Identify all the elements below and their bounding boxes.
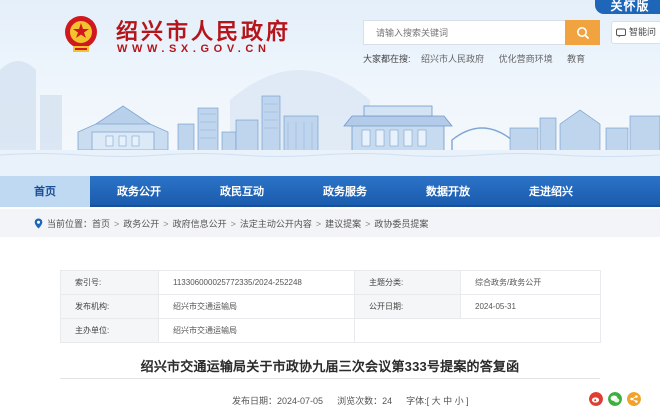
hot-word-link[interactable]: 优化营商环境: [499, 54, 553, 64]
table-row: 主办单位: 绍兴市交通运输局: [60, 318, 601, 343]
font-size-switcher[interactable]: [ 大 中 小 ]: [427, 396, 469, 406]
breadcrumb-link[interactable]: 建议提案: [325, 219, 361, 229]
index-number-value: 113306000025772335/2024-252248: [158, 270, 355, 295]
weibo-share-icon[interactable]: [589, 392, 603, 406]
publish-date-label: 发布日期：: [232, 396, 278, 406]
elder-mode-button[interactable]: 关怀版: [595, 0, 660, 14]
font-size-label: 字体:: [406, 396, 427, 406]
hot-word-link[interactable]: 教育: [567, 54, 585, 64]
document-info-table: 索引号: 113306000025772335/2024-252248 主题分类…: [60, 270, 601, 343]
empty-cell: [354, 318, 601, 343]
divider: [60, 378, 600, 379]
hot-words-label: 大家都在搜:: [363, 54, 411, 64]
topic-label: 主题分类:: [354, 270, 461, 295]
open-date-label: 公开日期:: [354, 294, 461, 319]
breadcrumb-current[interactable]: 当前位置：首页: [47, 219, 110, 229]
hot-word-link[interactable]: 绍兴市人民政府: [421, 54, 484, 64]
nav-item-about-city[interactable]: 走进绍兴: [506, 176, 596, 207]
search-button[interactable]: [565, 20, 600, 45]
publisher-value: 绍兴市交通运输局: [158, 294, 355, 319]
national-emblem-icon: [65, 16, 97, 52]
nav-item-gov-affairs[interactable]: 政务公开: [94, 176, 184, 207]
views-count: 24: [382, 396, 393, 406]
hot-words: 大家都在搜: 绍兴市人民政府 优化营商环境 教育: [363, 52, 597, 65]
breadcrumb-link[interactable]: 政府信息公开: [173, 219, 227, 229]
breadcrumb-bar: 当前位置：首页 > 政务公开 > 政府信息公开 > 法定主动公开内容 > 建议提案 > 政协委员提案: [0, 209, 660, 237]
publisher-label: 发布机构:: [60, 294, 159, 319]
nav-item-open-data[interactable]: 数据开放: [403, 176, 493, 207]
table-row: 发布机构: 绍兴市交通运输局 公开日期: 2024-05-31: [60, 294, 601, 319]
search-icon: [576, 26, 589, 39]
location-pin-icon: [34, 218, 43, 229]
site-domain: WWW.SX.GOV.CN: [117, 43, 271, 55]
wechat-share-icon[interactable]: [608, 392, 622, 406]
host-unit-label: 主办单位:: [60, 318, 159, 343]
nav-item-home[interactable]: 首页: [0, 176, 90, 207]
article-title: 绍兴市交通运输局关于市政协九届三次会议第333号提案的答复函: [140, 359, 520, 374]
site-name[interactable]: 绍兴市人民政府: [116, 14, 291, 46]
breadcrumb-link[interactable]: 政协委员提案: [374, 219, 428, 229]
publish-date: 2024-07-05: [277, 396, 324, 406]
nav-item-interaction[interactable]: 政民互动: [197, 176, 287, 207]
article-meta: 发布日期：2024-07-05 浏览次数：24 字体:[ 大 中 小 ]: [232, 394, 469, 407]
chat-icon: [616, 28, 626, 38]
smart-ask-button[interactable]: 智能问: [611, 21, 660, 44]
nav-item-services[interactable]: 政务服务: [300, 176, 390, 207]
header-banner: 绍兴市人民政府 WWW.SX.GOV.CN 关怀版 智能问 大家都在搜: 绍兴市…: [0, 0, 660, 176]
open-date-value: 2024-05-31: [460, 294, 601, 319]
share-icon[interactable]: [627, 392, 641, 406]
topic-value: 综合政务/政务公开: [460, 270, 601, 295]
index-number-label: 索引号:: [60, 270, 159, 295]
breadcrumb-link[interactable]: 法定主动公开内容: [240, 219, 312, 229]
table-row: 索引号: 113306000025772335/2024-252248 主题分类…: [60, 270, 601, 295]
breadcrumb: 当前位置：首页 > 政务公开 > 政府信息公开 > 法定主动公开内容 > 建议提案 > 政协委员提案: [34, 217, 428, 230]
search-input[interactable]: [363, 20, 565, 45]
smart-ask-label: 智能问: [629, 27, 657, 37]
breadcrumb-link[interactable]: 政务公开: [123, 219, 159, 229]
views-label: 浏览次数：: [337, 396, 383, 406]
main-nav: 首页 政务公开 政民互动 政务服务 数据开放 走进绍兴: [0, 176, 660, 207]
host-unit-value: 绍兴市交通运输局: [158, 318, 355, 343]
